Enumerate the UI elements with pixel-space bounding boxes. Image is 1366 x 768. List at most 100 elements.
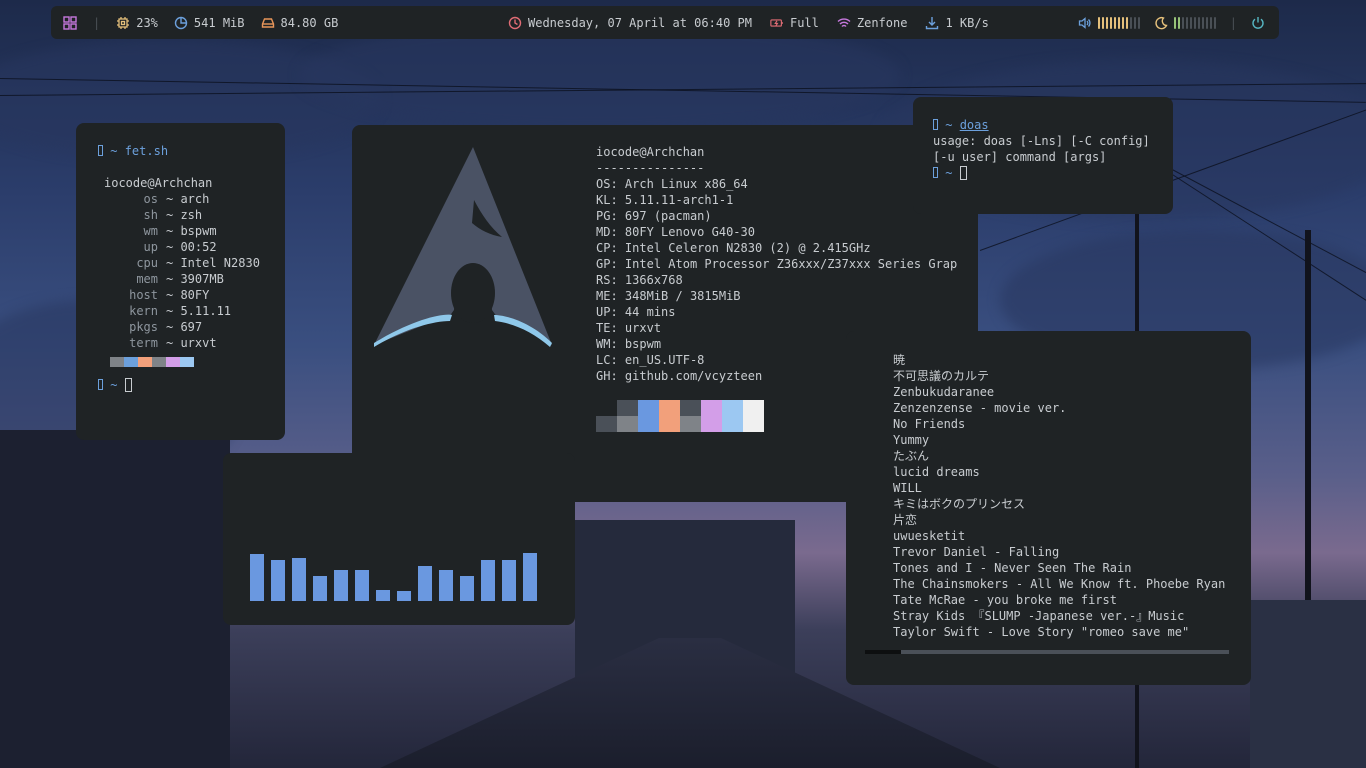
- palette-block: [722, 416, 743, 432]
- visualizer-bar: [313, 576, 327, 601]
- track-item[interactable]: たぶん: [893, 448, 1251, 464]
- brightness-level-bar[interactable]: [1173, 16, 1216, 29]
- track-item[interactable]: 不可思議のカルテ: [893, 368, 1251, 384]
- disk-module: 84.80 GB: [261, 16, 338, 30]
- level-tick: [1209, 16, 1212, 29]
- info-value: bspwm: [624, 337, 662, 351]
- swatch-block: [152, 357, 166, 367]
- level-tick: [1201, 16, 1204, 29]
- info-label: up: [143, 240, 158, 254]
- track-item[interactable]: Zenbukudaranee: [893, 384, 1251, 400]
- info-value: Arch Linux x86_64: [624, 177, 748, 191]
- info-key: TE:: [596, 321, 618, 335]
- fet-info-row: mem ~ 3907MB: [98, 271, 285, 287]
- download-icon: [926, 16, 939, 29]
- track-item[interactable]: Trevor Daniel - Falling: [893, 544, 1251, 560]
- info-value: ~ arch: [166, 192, 210, 206]
- info-label: os: [143, 192, 158, 206]
- power-button[interactable]: [1251, 16, 1265, 30]
- volume-module[interactable]: [1078, 16, 1140, 30]
- info-value: ~ Intel N2830: [166, 256, 260, 270]
- visualizer-bar: [418, 566, 432, 601]
- fet-info-row: term ~ urxvt: [98, 335, 285, 351]
- level-tick: [1105, 16, 1108, 29]
- memory-module: 541 MiB: [174, 16, 245, 30]
- palette-block: [659, 416, 680, 432]
- wifi-module[interactable]: Zenfone: [837, 16, 907, 30]
- track-item[interactable]: 片恋: [893, 512, 1251, 528]
- palette-block: [596, 416, 617, 432]
- info-value: 44 mins: [624, 305, 676, 319]
- playback-progress-bar[interactable]: [865, 650, 1229, 654]
- music-player-window[interactable]: 暁不可思議のカルテ Zenbukudaranee Zenzenzense - mov…: [846, 331, 1251, 685]
- visualizer-bar: [439, 570, 453, 601]
- color-swatch: [110, 357, 285, 367]
- track-item[interactable]: Taylor Swift - Love Story "romeo save me…: [893, 624, 1251, 640]
- level-tick: [1181, 16, 1184, 29]
- neofetch-info-row: RS: 1366x768: [596, 272, 957, 288]
- volume-level-bar[interactable]: [1097, 16, 1140, 29]
- output-line: [-u user] command [args]: [933, 150, 1107, 164]
- track-item[interactable]: WILL: [893, 480, 1251, 496]
- playlist[interactable]: 暁不可思議のカルテ Zenbukudaranee Zenzenzense - mov…: [893, 352, 1251, 640]
- track-item[interactable]: キミはボクのプリンセス: [893, 496, 1251, 512]
- level-tick: [1101, 16, 1104, 29]
- clock-module[interactable]: Wednesday, 07 April at 06:40 PM: [508, 16, 752, 30]
- info-label: host: [129, 288, 158, 302]
- level-tick: [1193, 16, 1196, 29]
- fet-info-row: host ~ 80FY: [98, 287, 285, 303]
- info-value: ~ 80FY: [166, 288, 210, 302]
- info-value: urxvt: [624, 321, 662, 335]
- level-tick: [1113, 16, 1116, 29]
- network-speed: 1 KB/s: [945, 15, 989, 30]
- info-value: ~ 3907MB: [166, 272, 224, 286]
- track-item[interactable]: uwuesketit: [893, 528, 1251, 544]
- track-item[interactable]: Yummy: [893, 432, 1251, 448]
- palette-block: [701, 400, 722, 416]
- level-tick: [1109, 16, 1112, 29]
- fet-info-row: up ~ 00:52: [98, 239, 285, 255]
- battery-module: Full: [770, 16, 819, 30]
- cpu-module: 23%: [116, 16, 158, 30]
- track-item[interactable]: The Chainsmokers - All We Know ft. Phoeb…: [893, 576, 1251, 592]
- info-label: sh: [143, 208, 158, 222]
- info-value: ~ 697: [166, 320, 203, 334]
- info-value: ~ 00:52: [166, 240, 217, 254]
- track-item[interactable]: Zenzenzense - movie ver.: [893, 400, 1251, 416]
- prompt-icon: [933, 167, 938, 178]
- doas-terminal-window[interactable]: ~ doas usage: doas [-Lns] [-C config] [-…: [913, 97, 1173, 214]
- prompt-icon: [933, 119, 938, 130]
- swatch-block: [138, 357, 152, 367]
- track-item[interactable]: Tate McRae - you broke me first: [893, 592, 1251, 608]
- prompt-symbol: ~: [110, 378, 118, 392]
- info-label: term: [129, 336, 158, 350]
- info-key: OS:: [596, 177, 618, 191]
- level-tick: [1205, 16, 1208, 29]
- info-label: mem: [136, 272, 158, 286]
- info-key: GH:: [596, 369, 618, 383]
- level-tick: [1197, 16, 1200, 29]
- track-item[interactable]: Stray Kids 『SLUMP -Japanese ver.-』Music: [893, 608, 1251, 624]
- info-key: PG:: [596, 209, 618, 223]
- workspaces-icon[interactable]: [63, 15, 77, 30]
- track-item[interactable]: lucid dreams: [893, 464, 1251, 480]
- track-item[interactable]: No Friends: [893, 416, 1251, 432]
- visualizer-bar: [271, 560, 285, 601]
- fet-terminal-window[interactable]: ~ fet.sh iocode@Archchan os ~ arch sh ~ zsh…: [76, 123, 285, 440]
- memory-usage: 541 MiB: [193, 15, 245, 30]
- audio-visualizer-window[interactable]: [223, 453, 575, 625]
- bar-separator: |: [1229, 15, 1237, 30]
- track-item[interactable]: Tones and I - Never Seen The Rain: [893, 560, 1251, 576]
- info-key: KL:: [596, 193, 618, 207]
- palette-block: [638, 400, 659, 416]
- info-value: 697 (pacman): [624, 209, 712, 223]
- text-cursor: [959, 166, 967, 180]
- fet-info-row: pkgs ~ 697: [98, 319, 285, 335]
- info-value: Intel Celeron N2830 (2) @ 2.415GHz: [624, 241, 871, 255]
- visualizer-bar: [355, 570, 369, 601]
- level-tick: [1189, 16, 1192, 29]
- prompt-symbol: ~: [110, 144, 118, 158]
- info-value: en_US.UTF-8: [624, 353, 705, 367]
- brightness-module[interactable]: [1154, 16, 1216, 30]
- track-item[interactable]: 暁: [893, 352, 1251, 368]
